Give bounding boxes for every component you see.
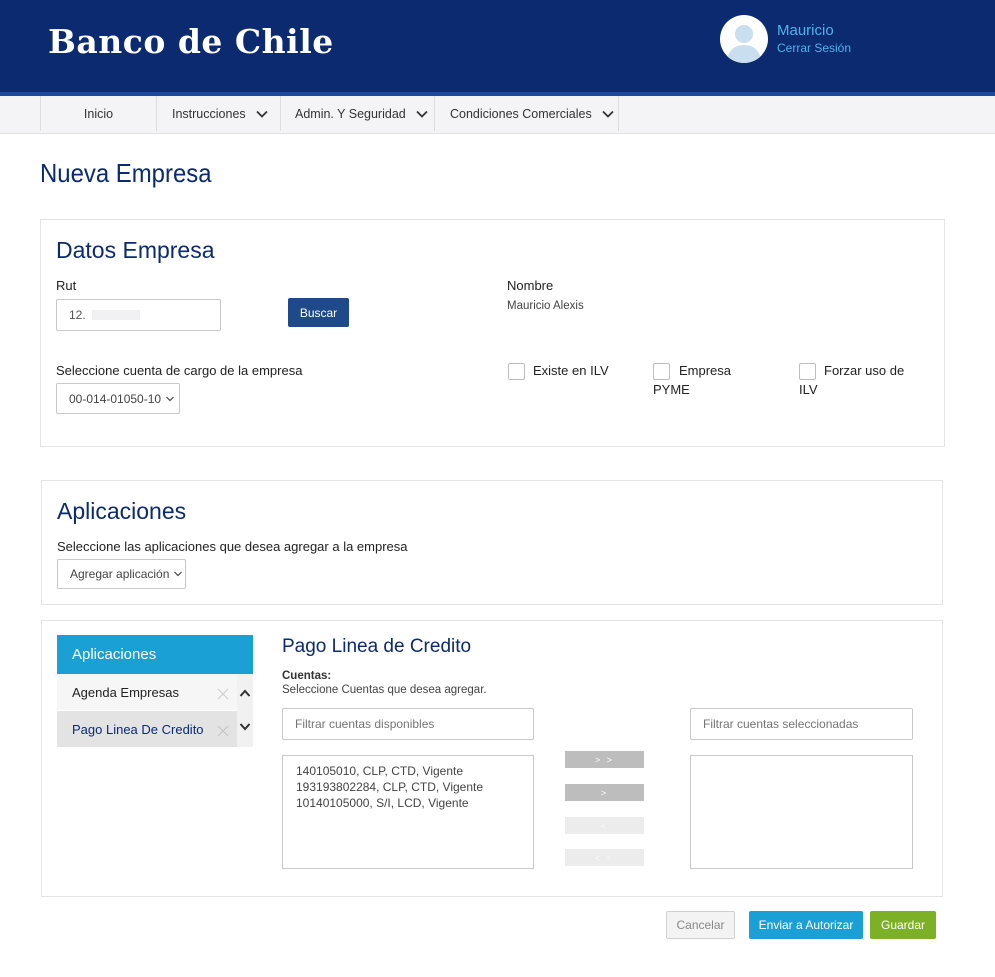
- account-label: Seleccione cuenta de cargo de la empresa: [56, 363, 303, 378]
- remove-icon[interactable]: [217, 725, 229, 737]
- nav-item-label: Instrucciones: [172, 106, 246, 121]
- main-nav: Inicio Instrucciones Admin. Y Seguridad …: [0, 96, 995, 134]
- chevron-down-icon: [256, 110, 268, 118]
- chevron-down-icon: [174, 571, 183, 577]
- aplicaciones-title: Aplicaciones: [57, 498, 187, 524]
- sidebar-item-pago-linea-credito[interactable]: Pago Linea De Credito: [57, 711, 237, 747]
- pyme-label-line2: PYME: [653, 382, 690, 397]
- datos-empresa-title: Datos Empresa: [56, 237, 215, 263]
- selected-accounts-list[interactable]: [690, 755, 913, 869]
- filter-selected-input[interactable]: [690, 708, 913, 740]
- add-application-label: Agregar aplicación: [70, 567, 170, 581]
- save-button[interactable]: Guardar: [870, 911, 936, 939]
- page-title: Nueva Empresa: [40, 158, 212, 188]
- account-select[interactable]: 00-014-01050-10: [56, 383, 180, 414]
- existe-ilv-label: Existe en ILV: [533, 363, 609, 378]
- forzar-ilv-label-line1: Forzar uso de: [824, 363, 905, 378]
- filter-available-input[interactable]: [282, 708, 534, 740]
- pyme-checkbox[interactable]: [653, 363, 670, 380]
- nav-item-inicio[interactable]: Inicio: [40, 96, 156, 131]
- user-icon: [726, 25, 762, 63]
- logout-link[interactable]: Cerrar Sesión: [777, 41, 851, 55]
- sidebar-scrollbar[interactable]: [237, 674, 253, 747]
- account-selected-value: 00-014-01050-10: [69, 391, 162, 406]
- bank-logo[interactable]: Banco de Chile: [48, 22, 334, 61]
- remove-icon[interactable]: [217, 688, 229, 700]
- forzar-ilv-checkbox[interactable]: [799, 363, 816, 380]
- sidebar-item-label: Agenda Empresas: [72, 684, 179, 700]
- chevron-up-icon[interactable]: [239, 688, 251, 698]
- pago-linea-title: Pago Linea de Credito: [282, 636, 472, 657]
- chevron-down-icon[interactable]: [239, 722, 251, 732]
- existe-ilv-checkbox[interactable]: [508, 363, 525, 380]
- user-name[interactable]: Mauricio: [777, 22, 834, 39]
- move-all-left-button[interactable]: < <: [565, 849, 644, 866]
- forzar-ilv-label-line2: ILV: [799, 382, 818, 397]
- aplicaciones-instruction: Seleccione las aplicaciones que desea ag…: [57, 539, 408, 554]
- pyme-label-line1: Empresa: [679, 363, 732, 378]
- rut-input[interactable]: 12.: [56, 299, 221, 331]
- rut-value: 12.: [69, 308, 86, 322]
- chevron-down-icon: [416, 110, 428, 118]
- accounts-hint: Seleccione Cuentas que desea agregar.: [282, 684, 487, 696]
- nav-item-label: Inicio: [83, 106, 114, 121]
- nav-item-label: Admin. Y Seguridad: [295, 106, 406, 121]
- move-all-right-button[interactable]: > >: [565, 751, 644, 768]
- sidebar-item-label: Pago Linea De Credito: [72, 721, 204, 737]
- accounts-label: Cuentas:: [282, 670, 332, 682]
- search-button[interactable]: Buscar: [288, 298, 349, 327]
- send-to-authorize-button[interactable]: Enviar a Autorizar: [749, 911, 863, 939]
- available-accounts-list[interactable]: 140105010, CLP, CTD, Vigente 19319380228…: [282, 755, 534, 869]
- rut-redacted: [91, 310, 140, 320]
- move-right-button[interactable]: >: [565, 784, 644, 801]
- cancel-button[interactable]: Cancelar: [666, 911, 735, 939]
- list-item[interactable]: 140105010, CLP, CTD, Vigente: [283, 763, 533, 779]
- top-header: Banco de Chile Mauricio Cerrar Sesión: [0, 0, 995, 92]
- nav-item-label: Condiciones Comerciales: [450, 106, 592, 121]
- name-label: Nombre: [507, 278, 554, 293]
- rut-label: Rut: [56, 278, 77, 293]
- move-left-button[interactable]: <: [565, 817, 644, 834]
- list-item[interactable]: 193193802284, CLP, CTD, Vigente: [283, 779, 533, 795]
- nav-item-condiciones-comerciales[interactable]: Condiciones Comerciales: [434, 96, 619, 131]
- avatar[interactable]: [720, 15, 768, 63]
- sidebar-item-agenda-empresas[interactable]: Agenda Empresas: [57, 674, 237, 710]
- list-item[interactable]: 10140105000, S/I, LCD, Vigente: [283, 795, 533, 811]
- app-sidebar-header: Aplicaciones: [57, 635, 253, 674]
- name-value: Mauricio Alexis: [507, 300, 584, 312]
- nav-item-instrucciones[interactable]: Instrucciones: [156, 96, 280, 131]
- chevron-down-icon: [602, 110, 614, 118]
- add-application-select[interactable]: Agregar aplicación: [57, 559, 186, 589]
- chevron-down-icon: [166, 396, 175, 401]
- nav-item-admin-seguridad[interactable]: Admin. Y Seguridad: [280, 96, 434, 131]
